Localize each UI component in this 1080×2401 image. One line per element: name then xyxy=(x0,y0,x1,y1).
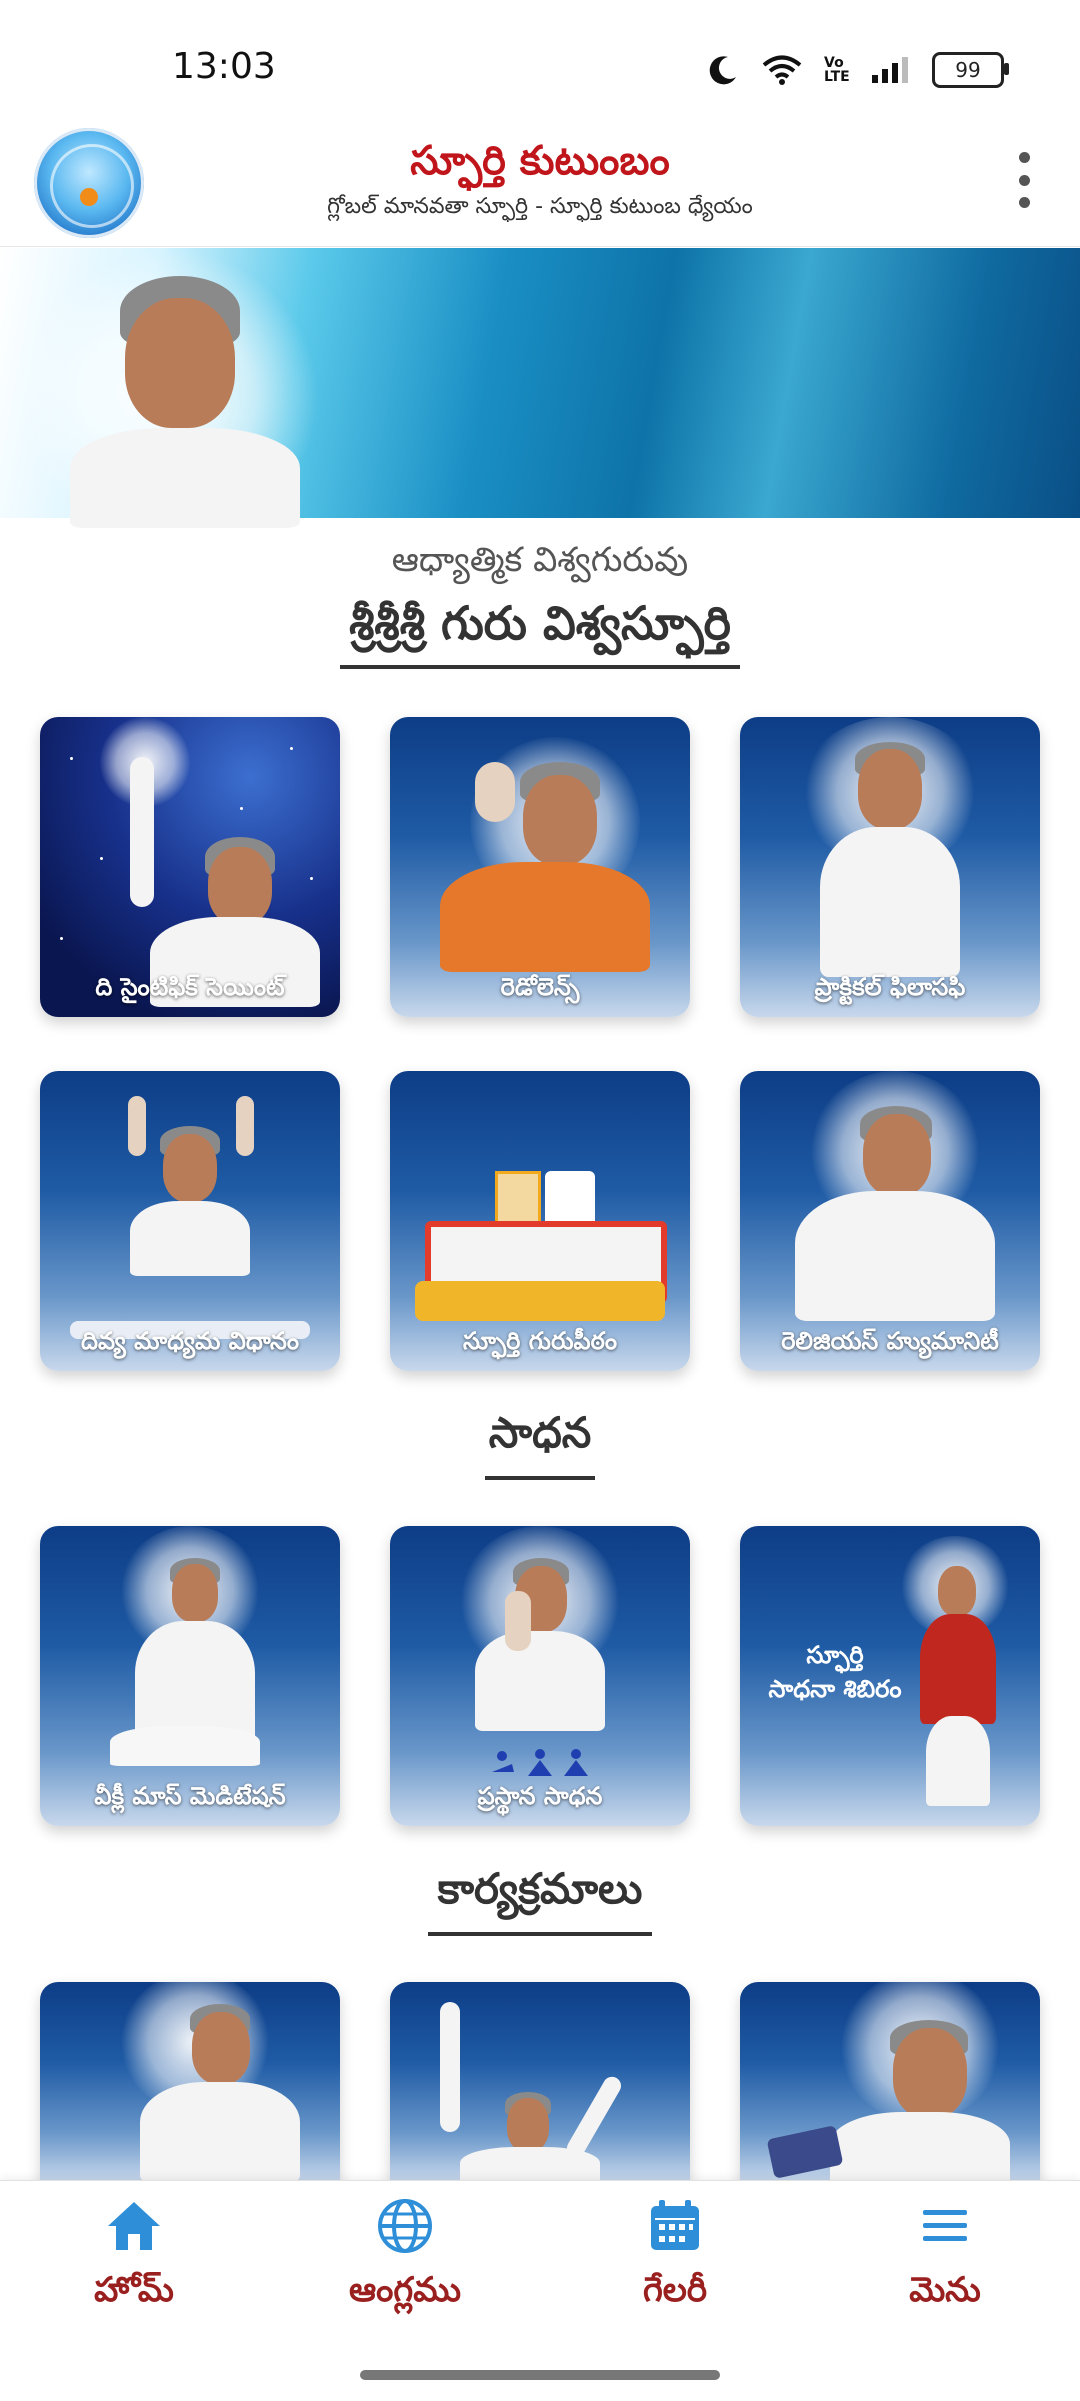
sadhana-underline xyxy=(485,1476,595,1480)
nav-english[interactable]: ఆంగ్లము xyxy=(295,2196,515,2318)
nav-label: హోమ్ xyxy=(94,2270,174,2310)
intro-subheading: ఆధ్యాత్మిక విశ్వగురువు xyxy=(391,540,689,580)
card-label: స్ఫూర్తి సాధనా శిబిరం xyxy=(750,1638,920,1706)
program-card[interactable] xyxy=(740,1982,1040,2182)
card-label: వీక్లీ మాస్ మెడిటేషన్ xyxy=(94,1782,286,1810)
portrait xyxy=(410,1982,670,2182)
program-card[interactable] xyxy=(390,1982,690,2182)
card-label-line2: సాధనా శిబిరం xyxy=(768,1675,902,1703)
program-card[interactable] xyxy=(40,1982,340,2182)
nav-gallery[interactable]: గేలరీ xyxy=(565,2196,785,2318)
card-divine-medium[interactable]: దివ్య మాధ్యమ విధానం xyxy=(40,1071,340,1371)
card-label: రెలిజియస్ హ్యుమానిటీ xyxy=(781,1327,999,1355)
gesture-home-bar[interactable] xyxy=(360,2370,720,2380)
card-label: ప్రస్థాన సాధన xyxy=(477,1782,603,1810)
card-label: రెడోలెన్స్ xyxy=(500,973,580,1001)
card-religious-humanity[interactable]: రెలిజియస్ హ్యుమానిటీ xyxy=(740,1071,1040,1371)
nav-label: ఆంగ్లము xyxy=(349,2270,461,2310)
card-redolence[interactable]: రెడోలెన్స్ xyxy=(390,717,690,1017)
globe-icon xyxy=(378,2199,432,2253)
card-label: ది సైంటిఫిక్ సెయింట్ xyxy=(95,973,285,1001)
volte-icon: Vo LTE xyxy=(824,55,850,85)
portrait xyxy=(100,1982,320,2182)
sadhana-heading: సాధన xyxy=(488,1408,592,1457)
programs-underline xyxy=(428,1932,652,1936)
card-prasthana-sadhana[interactable]: ప్రస్థాన సాధన xyxy=(390,1526,690,1826)
battery-icon: 99 xyxy=(932,52,1009,88)
nav-label: గేలరీ xyxy=(642,2270,708,2310)
card-label-line1: స్ఫూర్తి xyxy=(806,1641,864,1669)
banner-portrait xyxy=(70,268,300,528)
card-label: ప్రాక్టికల్ ఫిలాసఫి xyxy=(814,973,966,1001)
card-guru-peetham[interactable]: స్ఫూర్తి గురుపీఠం xyxy=(390,1071,690,1371)
hero-banner xyxy=(0,248,1080,528)
portrait xyxy=(766,1982,1020,2182)
home-icon xyxy=(108,2202,160,2250)
status-icons: Vo LTE 99 xyxy=(706,52,1009,88)
app-title: స్ఫూర్తి కుటుంబం xyxy=(410,138,670,184)
intro-underline xyxy=(340,665,740,669)
programs-heading: కార్యక్రమాలు xyxy=(437,1864,643,1913)
portrait xyxy=(60,1076,320,1366)
calendar-icon xyxy=(651,2200,699,2250)
more-vertical-icon[interactable] xyxy=(1012,152,1036,208)
wifi-icon xyxy=(762,55,802,85)
signal-icon xyxy=(872,57,908,83)
battery-level: 99 xyxy=(955,58,981,82)
card-sadhana-camp[interactable]: స్ఫూర్తి సాధనా శిబిరం xyxy=(740,1526,1040,1826)
menu-icon xyxy=(923,2210,967,2241)
nav-label: మెను xyxy=(909,2270,981,2310)
altar-image xyxy=(415,1171,667,1331)
card-label: స్ఫూర్తి గురుపీఠం xyxy=(463,1327,617,1355)
card-scientific-saint[interactable]: ది సైంటిఫిక్ సెయింట్ xyxy=(40,717,340,1017)
nav-home[interactable]: హోమ్ xyxy=(24,2196,244,2318)
card-weekly-meditation[interactable]: వీక్లీ మాస్ మెడిటేషన్ xyxy=(40,1526,340,1826)
app-subtitle: గ్లోబల్ మానవతా స్ఫూర్తి - స్ఫూర్తి కుటుం… xyxy=(327,194,753,219)
card-practical-philosophy[interactable]: ప్రాక్టికల్ ఫిలాసఫి xyxy=(740,717,1040,1017)
yoga-poses-icon xyxy=(492,1749,588,1776)
status-bar: 13:03 Vo LTE 99 xyxy=(0,0,1080,120)
nav-menu[interactable]: మెను xyxy=(835,2196,1055,2318)
status-time: 13:03 xyxy=(172,46,276,87)
intro-heading: శ్రీశ్రీశ్రీ గురు విశ్వస్ఫూర్తి xyxy=(349,596,731,650)
moon-icon xyxy=(709,56,736,85)
card-label: దివ్య మాధ్యమ విధానం xyxy=(81,1327,299,1355)
